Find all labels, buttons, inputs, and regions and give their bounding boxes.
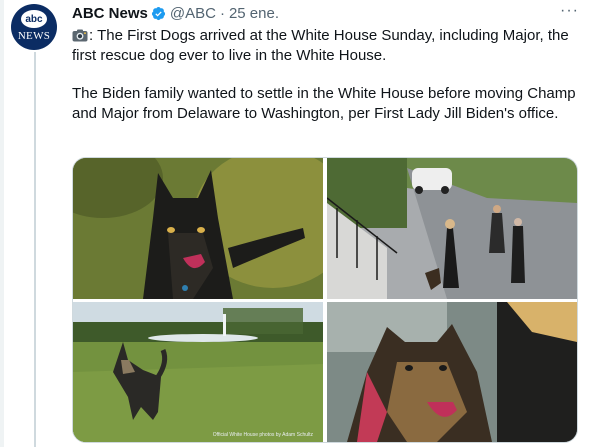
tweet-paragraph-1: : The First Dogs arrived at the White Ho… (72, 26, 592, 65)
avatar-logo: abc (21, 10, 47, 28)
author-name[interactable]: ABC News (72, 5, 148, 22)
photo-dog-on-lawn[interactable]: Official White House photos by Adam Schu… (73, 302, 323, 442)
photo-dog-on-lawn-art (73, 302, 323, 442)
tweet-paragraph-2: The Biden family wanted to settle in the… (72, 85, 576, 122)
camera-emoji-icon (72, 28, 88, 42)
photo-bidens-walking[interactable] (327, 158, 577, 299)
thread-line (34, 52, 36, 447)
more-options-icon[interactable]: ··· (560, 2, 579, 20)
author-handle[interactable]: @ABC (170, 5, 216, 22)
tweet-date[interactable]: 25 ene. (229, 5, 279, 22)
photo-major-closeup[interactable] (73, 158, 323, 299)
tweet-paragraph-1-text: : The First Dogs arrived at the White Ho… (72, 27, 569, 64)
photo-credit: Official White House photos by Adam Schu… (212, 432, 313, 438)
verified-badge-icon (151, 6, 166, 21)
photo-champ-closeup-art (327, 302, 577, 442)
photo-major-closeup-art (73, 158, 323, 299)
avatar[interactable]: abc NEWS (11, 4, 57, 50)
media-grid: Official White House photos by Adam Schu… (72, 157, 578, 443)
photo-bidens-walking-art (327, 158, 577, 299)
left-panel-edge (0, 0, 4, 447)
avatar-news-text: NEWS (17, 30, 51, 42)
photo-champ-closeup[interactable] (327, 302, 577, 442)
tweet-text: : The First Dogs arrived at the White Ho… (72, 26, 592, 123)
separator-dot: · (219, 4, 225, 22)
tweet-header: ABC News @ABC · 25 ene. (72, 4, 279, 22)
